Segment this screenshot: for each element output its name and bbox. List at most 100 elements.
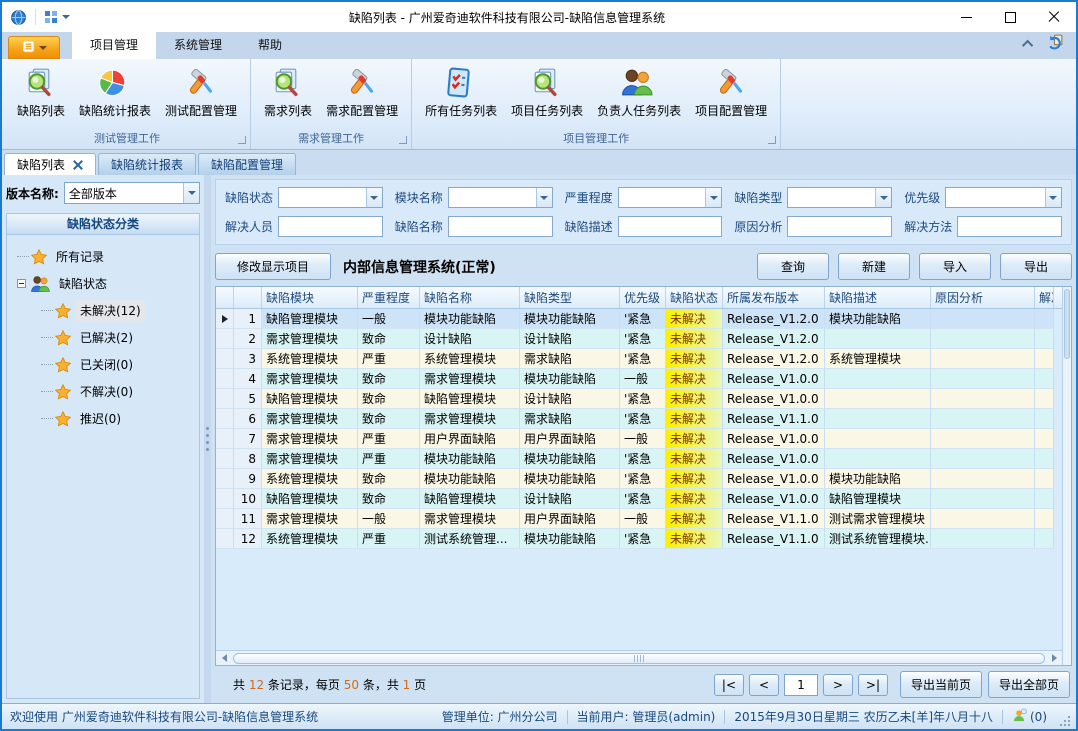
filter-defect-desc-input[interactable] (619, 217, 722, 236)
filter-priority-dropdown-button[interactable] (1045, 188, 1061, 207)
table-row[interactable]: 11需求管理模块一般需求管理模块用户界面缺陷一般未解决Release_V1.1.… (216, 509, 1062, 529)
table-row[interactable]: 5缺陷管理模块致命缺陷管理模块设计缺陷'紧急未解决Release_V1.0.0 (216, 389, 1062, 409)
tree-item-all-records[interactable]: 所有记录 (7, 243, 199, 270)
cell-desc[interactable] (825, 429, 931, 449)
last-page-button[interactable]: >| (858, 674, 888, 696)
filter-severity-dropdown-button[interactable] (705, 188, 721, 207)
cell-solution[interactable] (1035, 349, 1054, 369)
cell-name[interactable]: 需求管理模块 (420, 409, 520, 429)
cell-analysis[interactable] (931, 309, 1035, 329)
cell-solution[interactable] (1035, 429, 1054, 449)
table-row[interactable]: 10缺陷管理模块致命缺陷管理模块设计缺陷'紧急未解决Release_V1.0.0… (216, 489, 1062, 509)
cell-name[interactable]: 设计缺陷 (420, 329, 520, 349)
cell-solution[interactable] (1035, 489, 1054, 509)
cell-status[interactable]: 未解决 (666, 509, 723, 529)
table-row[interactable]: 12系统管理模块严重测试系统管理...模块功能缺陷'紧急未解决Release_V… (216, 529, 1062, 549)
cell-module[interactable]: 系统管理模块 (262, 469, 358, 489)
cell-module[interactable]: 缺陷管理模块 (262, 489, 358, 509)
export-button[interactable]: 导出 (1000, 253, 1072, 280)
cell-severity[interactable]: 致命 (358, 329, 420, 349)
cell-module[interactable]: 需求管理模块 (262, 409, 358, 429)
cell-desc[interactable] (825, 329, 931, 349)
collapse-node-icon[interactable] (17, 279, 26, 288)
column-header-release[interactable]: 所属发布版本 (723, 287, 825, 308)
collapse-ribbon-icon[interactable] (1022, 39, 1033, 50)
cell-analysis[interactable] (931, 489, 1035, 509)
cell-solution[interactable] (1035, 469, 1054, 489)
column-header-module[interactable]: 缺陷模块 (262, 287, 358, 308)
cell-severity[interactable]: 致命 (358, 369, 420, 389)
cell-name[interactable]: 需求管理模块 (420, 509, 520, 529)
cell-module[interactable]: 缺陷管理模块 (262, 389, 358, 409)
cell-solution[interactable] (1035, 529, 1054, 549)
cell-type[interactable]: 设计缺陷 (520, 329, 620, 349)
cell-type[interactable]: 需求缺陷 (520, 349, 620, 369)
tree-item-unresolved[interactable]: 未解决(12) (7, 297, 199, 324)
dialog-launcher-icon[interactable] (399, 136, 407, 144)
ribbon-button-owner-tasks-list[interactable]: 负责人任务列表 (590, 64, 688, 121)
cell-priority[interactable]: '紧急 (620, 489, 666, 509)
cell-priority[interactable]: 一般 (620, 369, 666, 389)
ribbon-button-test-config-mgmt[interactable]: 测试配置管理 (158, 64, 244, 121)
modify-columns-button[interactable]: 修改显示项目 (215, 253, 331, 280)
cell-solution[interactable] (1035, 389, 1054, 409)
filter-resolver-input[interactable] (279, 217, 382, 236)
column-header-name[interactable]: 缺陷名称 (420, 287, 520, 308)
cell-module[interactable]: 需求管理模块 (262, 509, 358, 529)
filter-priority-select[interactable] (946, 188, 1045, 207)
horizontal-scroll-thumb[interactable] (233, 653, 1045, 664)
cell-desc[interactable]: 模块功能缺陷 (825, 309, 931, 329)
cell-release[interactable]: Release_V1.2.0 (723, 309, 825, 329)
doc-tab-defect-stats-report[interactable]: 缺陷统计报表 (98, 153, 196, 175)
ribbon-button-req-config-mgmt[interactable]: 需求配置管理 (319, 64, 405, 121)
column-header-1[interactable] (234, 287, 262, 308)
window-switcher-icon[interactable] (44, 10, 70, 24)
cell-solution[interactable] (1035, 369, 1054, 389)
tree-item-resolved[interactable]: 已解决(2) (7, 324, 199, 351)
cell-type[interactable]: 模块功能缺陷 (520, 309, 620, 329)
column-header-desc[interactable]: 缺陷描述 (825, 287, 931, 308)
ribbon-tab-help[interactable]: 帮助 (240, 31, 300, 59)
cell-status[interactable]: 未解决 (666, 309, 723, 329)
doc-tab-defect-config-mgmt[interactable]: 缺陷配置管理 (198, 153, 296, 175)
cell-desc[interactable] (825, 409, 931, 429)
cell-type[interactable]: 模块功能缺陷 (520, 369, 620, 389)
cell-status[interactable]: 未解决 (666, 349, 723, 369)
cell-module[interactable]: 系统管理模块 (262, 529, 358, 549)
column-header-solution[interactable]: 解决方法 (1035, 287, 1054, 308)
cell-severity[interactable]: 致命 (358, 389, 420, 409)
cell-release[interactable]: Release_V1.1.0 (723, 509, 825, 529)
cell-status[interactable]: 未解决 (666, 449, 723, 469)
cell-release[interactable]: Release_V1.0.0 (723, 449, 825, 469)
filter-module-name-select[interactable] (449, 188, 536, 207)
cell-analysis[interactable] (931, 349, 1035, 369)
sidebar-splitter[interactable] (204, 175, 211, 703)
cell-priority[interactable]: '紧急 (620, 449, 666, 469)
cell-type[interactable]: 模块功能缺陷 (520, 529, 620, 549)
ribbon-button-req-list[interactable]: 需求列表 (257, 64, 319, 121)
filter-severity-select[interactable] (619, 188, 706, 207)
cell-solution[interactable] (1035, 509, 1054, 529)
ribbon-button-project-config-mgmt[interactable]: 项目配置管理 (688, 64, 774, 121)
tree-item-postponed[interactable]: 推迟(0) (7, 405, 199, 432)
cell-module[interactable]: 系统管理模块 (262, 349, 358, 369)
table-row[interactable]: 7需求管理模块严重用户界面缺陷用户界面缺陷一般未解决Release_V1.0.0 (216, 429, 1062, 449)
cell-type[interactable]: 用户界面缺陷 (520, 429, 620, 449)
cell-severity[interactable]: 致命 (358, 489, 420, 509)
ribbon-button-all-tasks-list[interactable]: 所有任务列表 (418, 64, 504, 121)
cell-priority[interactable]: '紧急 (620, 529, 666, 549)
cell-severity[interactable]: 严重 (358, 429, 420, 449)
cell-severity[interactable]: 一般 (358, 509, 420, 529)
cell-type[interactable]: 设计缺陷 (520, 489, 620, 509)
tree-item-closed[interactable]: 已关闭(0) (7, 351, 199, 378)
table-row[interactable]: 8需求管理模块严重模块功能缺陷模块功能缺陷'紧急未解决Release_V1.0.… (216, 449, 1062, 469)
dialog-launcher-icon[interactable] (238, 136, 246, 144)
cell-status[interactable]: 未解决 (666, 529, 723, 549)
close-button[interactable] (1032, 2, 1076, 32)
cell-name[interactable]: 模块功能缺陷 (420, 469, 520, 489)
doc-tab-defect-list[interactable]: 缺陷列表 (4, 153, 96, 175)
resize-grip[interactable] (1060, 716, 1070, 729)
cell-release[interactable]: Release_V1.1.0 (723, 409, 825, 429)
minimize-button[interactable] (944, 2, 988, 32)
page-number-input[interactable] (784, 674, 818, 696)
